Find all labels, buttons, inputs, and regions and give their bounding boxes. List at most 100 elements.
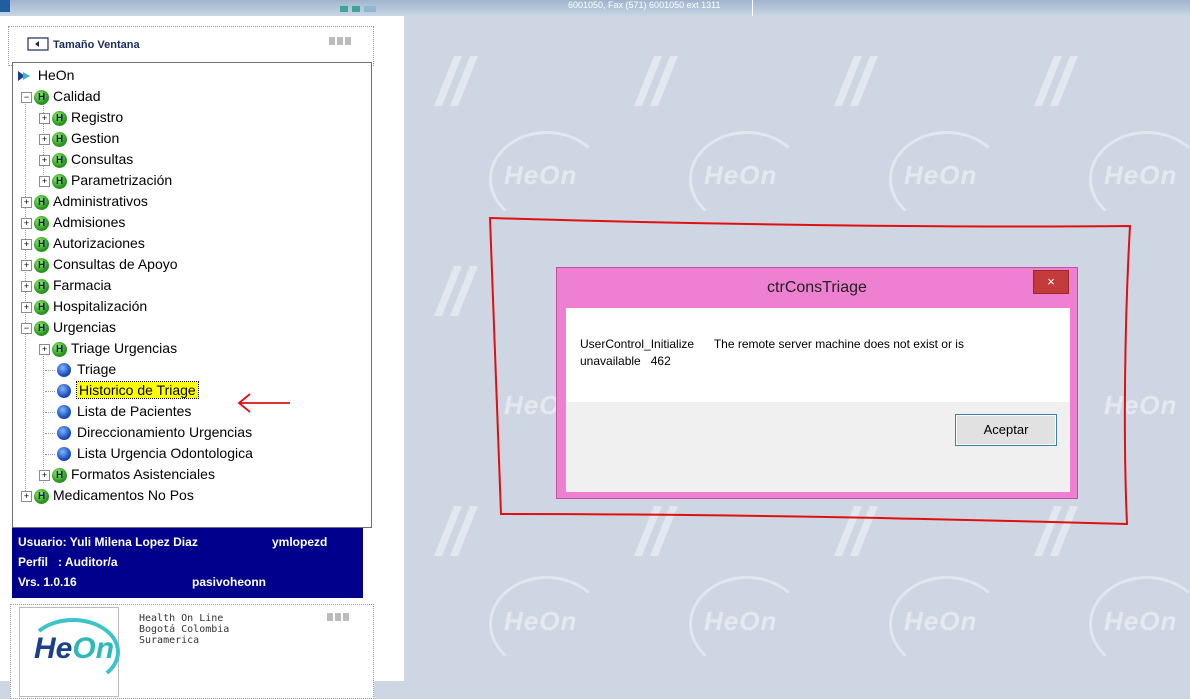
tree-item-historico-triage[interactable]: Historico de Triage [45, 380, 199, 401]
expand-icon[interactable]: + [21, 217, 32, 229]
expand-icon[interactable]: + [39, 133, 50, 145]
module-h-icon [34, 89, 49, 105]
tree-item-label: Hospitalización [53, 298, 148, 314]
tree-item-label: Direccionamiento Urgencias [77, 424, 253, 440]
expand-icon[interactable]: + [21, 238, 32, 250]
window-size-bar[interactable]: Tamaño Ventana [8, 26, 374, 66]
tree-item-formatos[interactable]: + Formatos Asistenciales [39, 464, 215, 485]
heon-root-icon [18, 71, 30, 82]
collapse-icon[interactable]: − [21, 91, 32, 103]
tree-item-gestion[interactable]: + Gestion [39, 128, 119, 149]
tree-connector [45, 432, 55, 434]
tree-item-hospitalizacion[interactable]: + Hospitalización [21, 296, 147, 317]
tree-item-label: Consultas [71, 151, 134, 167]
expand-icon[interactable]: + [39, 469, 50, 481]
server-name: pasivoheonn [192, 575, 267, 589]
tree-item-triage-urgencias[interactable]: + Triage Urgencias [39, 338, 177, 359]
navigation-tree[interactable]: HeOn − Calidad + Registro + Gestion + Consul… [12, 62, 372, 528]
tree-item-lista-odontologica[interactable]: Lista Urgencia Odontologica [45, 443, 253, 464]
tree-item-registro[interactable]: + Registro [39, 107, 123, 128]
expand-icon[interactable]: + [21, 259, 32, 271]
tree-item-triage[interactable]: Triage [45, 359, 116, 380]
expand-icon[interactable]: + [21, 196, 32, 208]
module-h-icon [34, 320, 49, 336]
tree-item-administrativos[interactable]: + Administrativos [21, 191, 148, 212]
form-icon [57, 363, 71, 378]
tree-item-label: Formatos Asistenciales [71, 466, 215, 482]
tree-item-direccionamiento[interactable]: Direccionamiento Urgencias [45, 422, 252, 443]
banner-decoration [340, 6, 376, 12]
watermark-logo-icon [434, 56, 478, 106]
tree-item-calidad[interactable]: − Calidad [21, 86, 100, 107]
watermark-text: HeOn [504, 160, 578, 190]
expand-icon[interactable]: + [39, 175, 50, 187]
tree-item-urgencias[interactable]: − Urgencias [21, 317, 116, 338]
module-h-icon [34, 236, 49, 252]
dialog-footer: Aceptar [566, 402, 1070, 492]
tree-item-parametrizacion[interactable]: + Parametrización [39, 170, 172, 191]
tree-item-lista-pacientes[interactable]: Lista de Pacientes [45, 401, 191, 422]
window-size-label: Tamaño Ventana [53, 39, 140, 51]
accept-button[interactable]: Aceptar [955, 414, 1057, 446]
watermark-text: HeOn [904, 606, 978, 636]
expand-icon[interactable]: + [21, 280, 32, 292]
red-arrow-icon [237, 393, 290, 413]
logo-text-on: On [72, 632, 115, 665]
tree-guide-line [43, 347, 44, 483]
tree-root-label: HeOn [37, 67, 75, 83]
expand-icon[interactable]: + [39, 343, 50, 355]
expand-icon[interactable]: + [21, 490, 32, 502]
watermark-logo-icon [634, 56, 678, 106]
watermark-logo-icon [834, 56, 878, 106]
top-banner: 6001050, Fax (571) 6001050 ext 1311 [0, 0, 1190, 17]
tree-item-medicamentos[interactable]: + Medicamentos No Pos [21, 485, 194, 506]
module-h-icon [34, 299, 49, 315]
expand-icon[interactable]: + [21, 301, 32, 313]
contact-text: 6001050, Fax (571) 6001050 ext 1311 [568, 0, 721, 10]
expand-icon[interactable]: + [39, 112, 50, 124]
watermark-logo-icon [434, 266, 478, 316]
user-login: ymlopezd [272, 535, 328, 549]
watermark-logo-icon [434, 506, 478, 556]
tree-item-label: Lista de Pacientes [77, 403, 192, 419]
user-profile: Perfil : Auditor/a [18, 555, 118, 569]
form-icon [57, 426, 71, 441]
dialog-message-line-1: UserControl_Initialize The remote server… [580, 337, 964, 351]
window-resize-icon[interactable] [27, 37, 49, 51]
left-panel: Tamaño Ventana HeOn − Calidad + Registro +… [0, 16, 404, 699]
watermark-text: HeOn [1104, 160, 1178, 190]
logo-text-he: He [34, 632, 73, 665]
dialog-title: ctrConsTriage [767, 279, 867, 296]
close-icon[interactable]: × [1033, 270, 1069, 294]
app-version: Vrs. 1.0.16 [18, 575, 77, 589]
module-h-icon [52, 173, 67, 189]
module-h-icon [34, 278, 49, 294]
tree-item-autorizaciones[interactable]: + Autorizaciones [21, 233, 145, 254]
user-name: Usuario: Yuli Milena Lopez Diaz [18, 535, 198, 549]
module-h-icon [52, 110, 67, 126]
error-dialog: ctrConsTriage × UserControl_Initialize T… [556, 267, 1078, 499]
tree-item-consultas-apoyo[interactable]: + Consultas de Apoyo [21, 254, 178, 275]
form-icon [57, 447, 71, 462]
banner-divider [752, 0, 753, 16]
tree-item-consultas[interactable]: + Consultas [39, 149, 133, 170]
collapse-icon[interactable]: − [21, 322, 32, 334]
tree-item-label: Parametrización [71, 172, 173, 188]
module-h-icon [52, 131, 67, 147]
tree-item-admisiones[interactable]: + Admisiones [21, 212, 125, 233]
tree-connector [45, 390, 55, 392]
logo-area: HeOn Health On Line Bogotá Colombia Sura… [10, 604, 374, 699]
tree-root[interactable]: HeOn [16, 65, 74, 86]
module-h-icon [34, 257, 49, 273]
tree-item-label: Autorizaciones [53, 235, 145, 251]
grip-icon [327, 613, 349, 621]
dialog-body: UserControl_Initialize The remote server… [566, 308, 1070, 492]
tree-item-label: Administrativos [53, 193, 148, 209]
watermark-logo-icon [1034, 56, 1078, 106]
expand-icon[interactable]: + [39, 154, 50, 166]
tree-item-label-selected: Historico de Triage [76, 381, 199, 399]
tree-item-farmacia[interactable]: + Farmacia [21, 275, 111, 296]
watermark-text: HeOn [704, 606, 778, 636]
module-h-icon [52, 341, 67, 357]
tree-item-label: Medicamentos No Pos [53, 487, 194, 503]
